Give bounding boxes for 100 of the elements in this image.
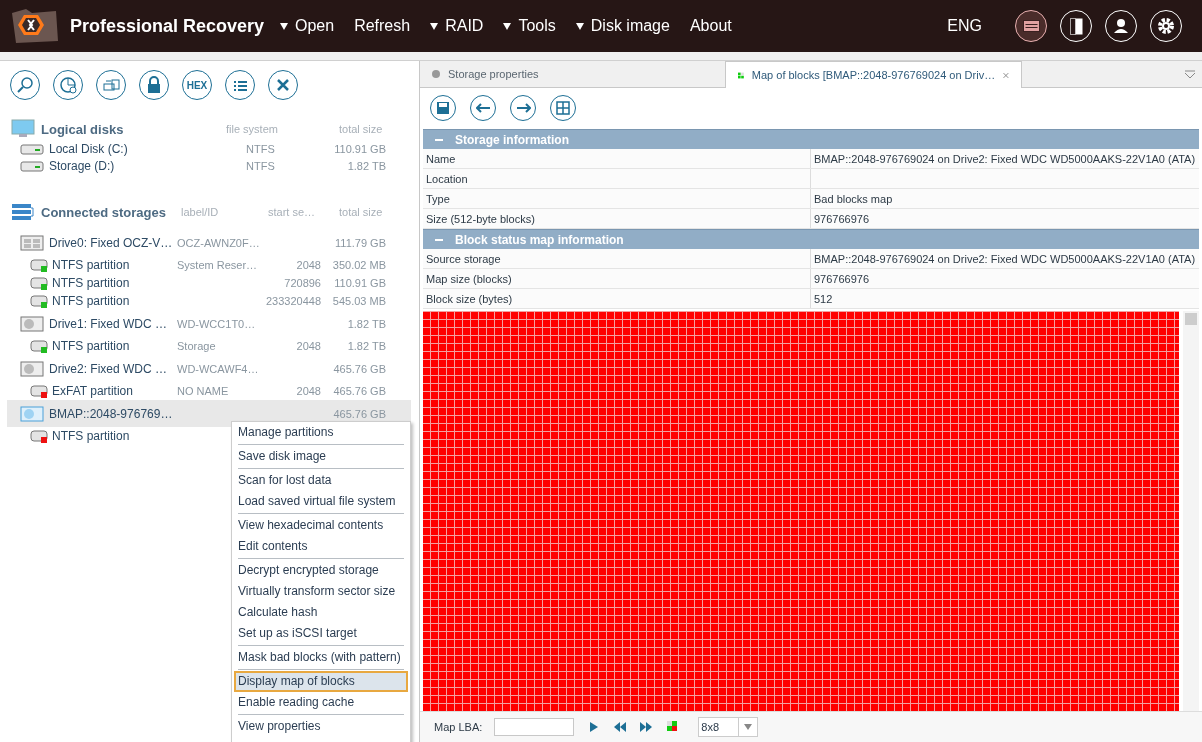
menu-item[interactable]: RAID — [430, 17, 484, 35]
tree-row[interactable]: NTFS partition System Reser… 2048 350.02 MB — [7, 256, 411, 274]
drive-icon — [20, 359, 44, 378]
size-text: 465.76 GB — [332, 362, 386, 375]
label-text: NTFS — [245, 142, 276, 155]
menu-item[interactable]: About — [689, 17, 732, 35]
grid-icon — [556, 101, 570, 115]
item-name: Local Disk (C:) — [49, 141, 128, 156]
column-header: label/ID — [181, 206, 220, 218]
item-name: Drive0: Fixed OCZ-V… — [49, 235, 173, 250]
server-icon — [11, 202, 35, 222]
save-icon — [437, 102, 449, 114]
property-value: BMAP::2048-976769024 on Drive2: Fixed WDC WD5000AAKS-22V1A0 (ATA) — [810, 149, 1199, 168]
tree-row[interactable]: Local Disk (C:) NTFS 110.91 GB — [7, 140, 411, 157]
lock-icon — [147, 76, 161, 94]
dot-icon — [432, 70, 440, 78]
column-header: start se… — [268, 206, 317, 218]
partition-icon — [30, 383, 48, 399]
property-name: Block size (bytes) — [425, 291, 514, 307]
field-label: Map LBA: — [434, 721, 483, 733]
search-button[interactable] — [10, 70, 40, 100]
label-text: OCZ-AWNZ0F… — [177, 236, 261, 249]
menu-item[interactable]: Decrypt encrypted storage — [234, 560, 408, 581]
hex-button[interactable]: HEX — [182, 70, 212, 100]
messages-icon — [1022, 20, 1040, 32]
tree-row[interactable]: Drive0: Fixed OCZ-V… OCZ-AWNZ0F… 111.79 GB — [7, 229, 411, 256]
forward-icon — [515, 103, 531, 113]
selected-row[interactable]: BMAP::2048-976769… 465.76 GB — [7, 400, 411, 427]
tab[interactable]: Map of blocks [BMAP::2048-976769024 on Driv… — [725, 61, 1022, 88]
menu-item[interactable]: Disk image — [575, 17, 670, 35]
property-value: Bad blocks map — [810, 189, 1199, 208]
property-value: 512 — [810, 289, 1199, 308]
tree-row[interactable]: NTFS partition 720896 110.91 GB — [7, 274, 411, 292]
start-sector: 233320448 — [264, 295, 321, 307]
cell-size-dropdown[interactable]: 8x8 — [698, 717, 759, 737]
lock-button[interactable] — [139, 70, 169, 100]
panel-icon — [1069, 17, 1083, 35]
menu-item[interactable]: Load saved virtual file system — [234, 491, 408, 512]
property-name: Location — [425, 171, 469, 187]
start-sector: 720896 — [283, 277, 321, 289]
tree-row[interactable]: ExFAT partition NO NAME 2048 465.76 GB — [7, 382, 411, 400]
tree-row[interactable]: Storage (D:) NTFS 1.82 TB — [7, 157, 411, 174]
menu-item[interactable]: Save disk image — [234, 446, 408, 467]
partition-icon — [30, 257, 48, 273]
close-button[interactable] — [268, 70, 298, 100]
menu-item[interactable]: View properties — [234, 716, 408, 737]
label-text: WD-WCAWF4… — [177, 362, 260, 375]
drive-icon — [20, 233, 44, 252]
dropdown-icon — [743, 723, 754, 731]
app-title: Professional Recovery — [70, 15, 265, 37]
menu-item[interactable]: Calculate hash — [234, 602, 408, 623]
user-icon — [1114, 19, 1128, 33]
scrollbar[interactable] — [1183, 311, 1199, 711]
menu-item[interactable]: Open — [280, 17, 335, 35]
menu-item[interactable]: Mask bad blocks (with pattern) — [234, 647, 408, 668]
item-name: NTFS partition — [52, 429, 130, 443]
list-button[interactable] — [225, 70, 255, 100]
item-name: Drive1: Fixed WDC … — [49, 316, 167, 331]
rewind-icon[interactable] — [614, 721, 627, 733]
back-icon — [475, 103, 491, 113]
partition-icon — [30, 293, 48, 309]
tree-row[interactable]: Drive2: Fixed WDC … WD-WCAWF4… 465.76 GB — [7, 355, 411, 382]
size-text: 1.82 TB — [346, 317, 386, 330]
property-value: BMAP::2048-976769024 on Drive2: Fixed WDC WD5000AAKS-22V1A0 (ATA) — [810, 249, 1199, 268]
size-text: 1.82 TB — [346, 159, 386, 172]
label-text: NO NAME — [177, 385, 230, 397]
copy-button[interactable] — [96, 70, 126, 100]
menu-item[interactable]: View hexadecimal contents — [234, 515, 408, 536]
menu-item[interactable]: Tools — [503, 17, 556, 35]
item-name: BMAP::2048-976769… — [49, 406, 173, 421]
tree-row[interactable]: Drive1: Fixed WDC … WD-WCC1T0… 1.82 TB — [7, 310, 411, 337]
partition-icon — [30, 338, 48, 354]
tab[interactable]: Storage properties — [420, 61, 725, 87]
legend-icon[interactable] — [666, 721, 679, 733]
property-name: Name — [425, 151, 457, 167]
size-text: 1.82 TB — [346, 340, 386, 352]
tree-row[interactable]: NTFS partition Storage 2048 1.82 TB — [7, 337, 411, 355]
menu-item[interactable]: Scan for lost data — [234, 470, 408, 491]
section-title: Connected storages — [41, 204, 166, 220]
menu-item[interactable]: Edit contents — [234, 536, 408, 557]
size-text: 465.76 GB — [332, 407, 386, 420]
property-name: Size (512-byte blocks) — [425, 211, 536, 227]
size-text: 110.91 GB — [333, 277, 386, 289]
size-text: 111.79 GB — [334, 236, 386, 249]
language-button[interactable]: ENG — [947, 17, 982, 35]
menu-item[interactable]: Display map of blocks — [234, 671, 408, 692]
label-text: Storage — [177, 340, 217, 352]
property-name: Type — [425, 191, 451, 207]
menu-item[interactable]: Enable reading cache — [234, 692, 408, 713]
copy-icon — [102, 79, 120, 91]
item-name: NTFS partition — [52, 276, 130, 290]
tree-row[interactable]: NTFS partition 233320448 545.03 MB — [7, 292, 411, 310]
chart-search-button[interactable] — [53, 70, 83, 100]
menu-item[interactable]: Refresh — [354, 17, 411, 35]
fast-forward-icon[interactable] — [640, 721, 653, 733]
partition-icon — [30, 275, 48, 291]
messages-button[interactable] — [1015, 10, 1047, 42]
lba-input[interactable] — [494, 718, 575, 736]
menu-item[interactable]: Set up as iSCSI target — [234, 623, 408, 644]
menu-item[interactable]: Virtually transform sector size — [234, 581, 408, 602]
